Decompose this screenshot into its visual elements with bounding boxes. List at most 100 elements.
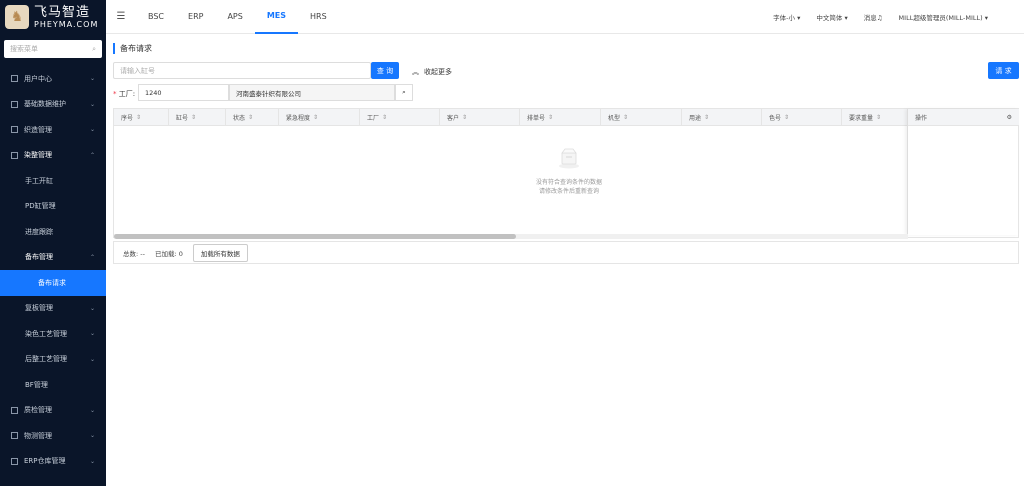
menu-icon xyxy=(11,126,18,134)
horizontal-scrollbar[interactable] xyxy=(114,234,908,239)
sidebar-item-progress[interactable]: 进度跟踪 xyxy=(0,219,106,245)
column-header[interactable]: 机型 ⇕ xyxy=(601,109,682,126)
menu-icon xyxy=(11,457,18,465)
menu-icon xyxy=(11,432,18,440)
chevron-up-icon: ⌃ xyxy=(89,253,95,261)
sidebar: ♞ 飞马智造 PHEYMA.COM 搜索菜单 ⌕ 用户中心 ⌄ 基础数据维护 ⌄… xyxy=(0,0,106,486)
menu-icon xyxy=(11,406,18,414)
chevron-down-icon: ⌄ xyxy=(89,304,95,312)
menu-search-input[interactable]: 搜索菜单 ⌕ xyxy=(4,40,102,58)
menu-icon xyxy=(11,75,18,83)
request-button[interactable]: 请 求 xyxy=(988,62,1019,79)
column-header[interactable]: 用途 ⇕ xyxy=(682,109,762,126)
sidebar-item-erp-warehouse[interactable]: ERP仓库管理 ⌄ xyxy=(0,449,106,475)
brand-name: 飞马智造 xyxy=(34,4,91,20)
language-dropdown[interactable]: 中文简体 ▾ xyxy=(816,12,847,22)
sidebar-item-qc[interactable]: 质检管理 ⌄ xyxy=(0,398,106,424)
column-header[interactable]: 要求重量 ⇕ xyxy=(842,109,908,126)
sidebar-item-dyeing[interactable]: 染整管理 ⌃ xyxy=(0,143,106,169)
menu-toggle-icon[interactable]: ☰ xyxy=(106,11,136,22)
sidebar-item-physical-test[interactable]: 物测管理 ⌄ xyxy=(0,423,106,449)
menu-icon xyxy=(11,151,18,159)
column-header[interactable]: 状态 ⇕ xyxy=(226,109,279,126)
column-header[interactable]: 色号 ⇕ xyxy=(762,109,842,126)
bell-icon: ♫ xyxy=(876,13,883,22)
font-size-dropdown[interactable]: 字体-小 ▾ xyxy=(773,12,800,22)
search-icon: ⌕ xyxy=(92,44,96,53)
empty-state: 没有符合查询条件的数据 请修改条件后重新查询 xyxy=(514,147,624,196)
tab-aps[interactable]: APS xyxy=(215,0,254,34)
sidebar-item-weaving[interactable]: 织造管理 ⌄ xyxy=(0,117,106,143)
sort-icon: ⇕ xyxy=(876,114,882,121)
horse-logo-icon: ♞ xyxy=(5,5,29,29)
chevron-down-icon: ⌄ xyxy=(89,432,95,440)
column-header[interactable]: 客户 ⇕ xyxy=(440,109,520,126)
factory-code-field[interactable]: 1240 xyxy=(138,84,229,101)
sort-icon: ⇕ xyxy=(784,114,790,121)
total-count: 总数: -- xyxy=(123,249,145,258)
sidebar-item-pd-vat[interactable]: PD缸管理 xyxy=(0,194,106,220)
sidebar-item-reboard[interactable]: 复板管理 ⌄ xyxy=(0,296,106,322)
brand-domain: PHEYMA.COM xyxy=(34,19,99,29)
empty-box-icon xyxy=(559,148,579,169)
main-content: 备布请求 请输入缸号 查 询 ︽ 收起更多 请 求 * 工厂: 1240 河南盛… xyxy=(106,34,1024,486)
sort-icon: ⇕ xyxy=(313,114,319,121)
sidebar-item-user-center[interactable]: 用户中心 ⌄ xyxy=(0,66,106,92)
loaded-count: 已加载: 0 xyxy=(154,249,183,258)
sort-icon: ⇕ xyxy=(462,114,468,121)
column-header[interactable]: 序号 ⇕ xyxy=(114,109,169,126)
column-header[interactable]: 紧急程度 ⇕ xyxy=(279,109,360,126)
top-navbar: ☰ BSC ERP APS MES HRS 字体-小 ▾ 中文简体 ▾ 消息♫ … xyxy=(106,0,1024,34)
sort-icon: ⇕ xyxy=(191,114,197,121)
column-header[interactable]: 缸号 ⇕ xyxy=(169,109,226,126)
caret-down-icon: ▾ xyxy=(844,13,848,22)
user-dropdown[interactable]: MILL超级管理员(MILL-MILL) ▾ xyxy=(899,12,988,22)
collapse-toggle[interactable]: ︽ 收起更多 xyxy=(412,67,452,77)
factory-search-icon[interactable]: ⌕ xyxy=(395,84,413,101)
sidebar-item-fabric-prep[interactable]: 备布管理 ⌃ xyxy=(0,245,106,271)
factory-label: * 工厂: xyxy=(113,90,136,98)
sidebar-item-bf[interactable]: BF管理 xyxy=(0,372,106,398)
gear-icon[interactable]: ⚙ xyxy=(1007,114,1012,121)
chevron-down-icon: ⌄ xyxy=(89,355,95,363)
messages-link[interactable]: 消息♫ xyxy=(864,12,883,22)
sort-icon: ⇕ xyxy=(248,114,254,121)
vat-number-search-input[interactable]: 请输入缸号 xyxy=(113,62,371,79)
sidebar-item-finish-process[interactable]: 后整工艺管理 ⌄ xyxy=(0,347,106,373)
scrollbar-thumb[interactable] xyxy=(114,234,516,239)
sidebar-item-fabric-request[interactable]: 备布请求 xyxy=(0,270,106,296)
empty-message-line2: 请修改条件后重新查询 xyxy=(538,188,599,195)
operation-header: 操作 xyxy=(915,114,928,122)
chevron-down-icon: ⌄ xyxy=(89,457,95,465)
chevron-down-icon: ⌄ xyxy=(89,406,95,414)
brand-logo[interactable]: ♞ 飞马智造 PHEYMA.COM xyxy=(0,0,106,34)
caret-down-icon: ▾ xyxy=(984,13,988,22)
sort-icon: ⇕ xyxy=(704,114,710,121)
operation-column: 操作 ⚙ xyxy=(907,109,1019,235)
tab-hrs[interactable]: HRS xyxy=(298,0,339,34)
sidebar-item-basic-data[interactable]: 基础数据维护 ⌄ xyxy=(0,92,106,118)
query-button[interactable]: 查 询 xyxy=(371,62,399,79)
chevron-up-icon: ⌃ xyxy=(89,151,95,159)
menu-icon xyxy=(11,100,18,108)
chevron-down-icon: ⌄ xyxy=(89,126,95,134)
load-all-button[interactable]: 加载所有数据 xyxy=(192,243,248,262)
sidebar-item-manual-vat[interactable]: 手工开缸 xyxy=(0,168,106,194)
tab-erp[interactable]: ERP xyxy=(176,0,215,34)
column-header[interactable]: 排单号 ⇕ xyxy=(520,109,601,126)
empty-message-line1: 没有符合查询条件的数据 xyxy=(535,179,602,186)
tab-bsc[interactable]: BSC xyxy=(136,0,176,34)
table-header: 序号 ⇕ 缸号 ⇕ 状态 ⇕ 紧急程度 ⇕ 工厂 ⇕ 客户 ⇕ 排单号 ⇕ 机型 ⇕ 用途 ⇕ 色… xyxy=(114,109,908,126)
chevron-down-icon: ⌄ xyxy=(89,100,95,108)
tab-mes[interactable]: MES xyxy=(254,0,299,34)
sort-icon: ⇕ xyxy=(548,114,554,121)
factory-name-field: 河南盛泰针织有限公司 xyxy=(229,84,395,101)
column-header[interactable]: 工厂 ⇕ xyxy=(360,109,440,126)
double-chevron-up-icon: ︽ xyxy=(412,68,419,76)
caret-down-icon: ▾ xyxy=(797,13,801,22)
sort-icon: ⇕ xyxy=(623,114,629,121)
sort-icon: ⇕ xyxy=(136,114,142,121)
sort-icon: ⇕ xyxy=(382,114,388,121)
sidebar-item-dye-process[interactable]: 染色工艺管理 ⌄ xyxy=(0,321,106,347)
page-title: 备布请求 xyxy=(113,43,152,54)
